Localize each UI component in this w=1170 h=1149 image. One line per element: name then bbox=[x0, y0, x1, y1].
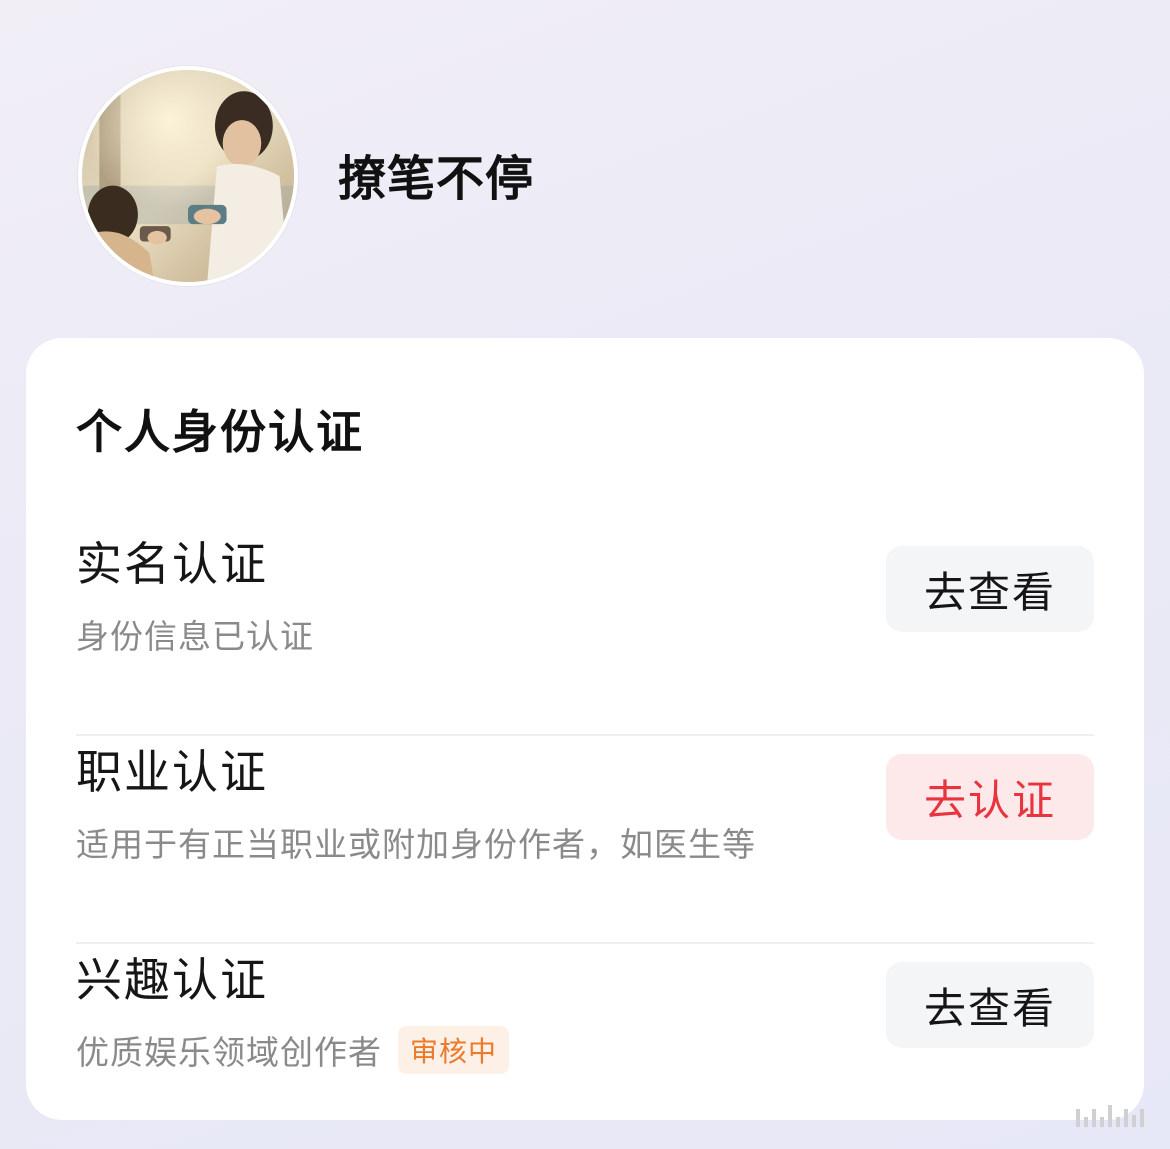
item-description: 适用于有正当职业或附加身份作者，如医生等 bbox=[76, 818, 756, 866]
view-button[interactable]: 去查看 bbox=[886, 962, 1094, 1048]
list-item-interest: 兴趣认证 优质娱乐领域创作者 审核中 去查看 bbox=[76, 944, 1094, 1149]
item-title: 职业认证 bbox=[76, 745, 268, 799]
watermark-icon bbox=[1076, 1105, 1144, 1127]
certify-button[interactable]: 去认证 bbox=[886, 754, 1094, 840]
identity-certification-card: 个人身份认证 实名认证 身份信息已认证 去查看 职业认证 适用于有正当职业或附加… bbox=[26, 338, 1144, 1120]
item-title: 兴趣认证 bbox=[76, 953, 268, 1007]
avatar[interactable] bbox=[78, 66, 298, 286]
item-description-text: 适用于有正当职业或附加身份作者，如医生等 bbox=[76, 825, 756, 864]
item-description-text: 优质娱乐领域创作者 bbox=[76, 1033, 382, 1072]
view-button[interactable]: 去查看 bbox=[886, 546, 1094, 632]
item-description-text: 身份信息已认证 bbox=[76, 617, 314, 656]
certification-page: 撩笔不停 个人身份认证 实名认证 身份信息已认证 去查看 职业认证 适用于有正当… bbox=[0, 0, 1170, 1149]
avatar-photo bbox=[82, 70, 294, 282]
list-item-occupation: 职业认证 适用于有正当职业或附加身份作者，如医生等 去认证 bbox=[76, 736, 1094, 944]
profile-header: 撩笔不停 bbox=[78, 66, 534, 286]
list-item-real-name: 实名认证 身份信息已认证 去查看 bbox=[76, 528, 1094, 736]
status-badge: 审核中 bbox=[398, 1026, 510, 1074]
item-description: 优质娱乐领域创作者 审核中 bbox=[76, 1026, 510, 1074]
username: 撩笔不停 bbox=[338, 151, 535, 207]
item-title: 实名认证 bbox=[76, 537, 268, 591]
card-title: 个人身份认证 bbox=[76, 405, 364, 459]
item-description: 身份信息已认证 bbox=[76, 610, 314, 658]
